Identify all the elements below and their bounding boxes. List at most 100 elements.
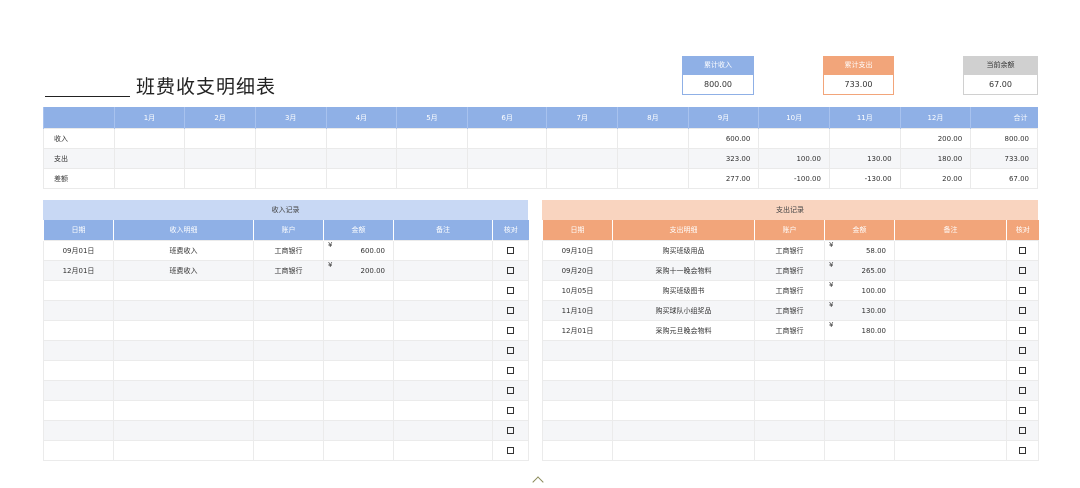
check-checkbox[interactable] <box>1019 407 1026 414</box>
record-account-cell[interactable]: 工商银行 <box>253 240 324 261</box>
record-amount-cell[interactable] <box>824 400 895 421</box>
record-detail-cell[interactable] <box>113 440 254 461</box>
record-amount-cell[interactable] <box>824 440 895 461</box>
record-detail-cell[interactable]: 购买班级图书 <box>612 280 755 301</box>
monthly-cell[interactable] <box>396 128 468 149</box>
record-amount-cell[interactable] <box>323 320 394 341</box>
record-note-cell[interactable] <box>393 240 493 261</box>
record-detail-cell[interactable]: 班费收入 <box>113 260 254 281</box>
record-account-cell[interactable]: 工商银行 <box>754 240 825 261</box>
record-account-cell[interactable]: 工商银行 <box>754 260 825 281</box>
monthly-cell[interactable]: 200.00 <box>899 128 972 149</box>
record-date-cell[interactable] <box>43 400 114 421</box>
record-date-cell[interactable] <box>542 420 613 441</box>
record-note-cell[interactable] <box>894 420 1007 441</box>
monthly-cell[interactable]: 67.00 <box>970 168 1038 189</box>
record-note-cell[interactable] <box>894 260 1007 281</box>
record-amount-cell[interactable] <box>323 360 394 381</box>
monthly-cell[interactable] <box>546 148 619 169</box>
monthly-cell[interactable]: 733.00 <box>970 148 1038 169</box>
record-account-cell[interactable] <box>754 340 825 361</box>
check-checkbox[interactable] <box>1019 287 1026 294</box>
record-note-cell[interactable] <box>393 300 493 321</box>
record-note-cell[interactable] <box>894 280 1007 301</box>
record-detail-cell[interactable]: 采购元旦晚会物料 <box>612 320 755 341</box>
record-amount-cell[interactable] <box>824 380 895 401</box>
record-amount-cell[interactable]: ¥265.00 <box>824 260 895 281</box>
monthly-cell[interactable] <box>466 148 548 169</box>
record-account-cell[interactable] <box>253 300 324 321</box>
check-checkbox[interactable] <box>507 287 514 294</box>
record-note-cell[interactable] <box>393 380 493 401</box>
check-checkbox[interactable] <box>507 267 514 274</box>
record-note-cell[interactable] <box>393 260 493 281</box>
record-detail-cell[interactable] <box>113 300 254 321</box>
monthly-cell[interactable] <box>184 148 256 169</box>
check-checkbox[interactable] <box>507 247 514 254</box>
record-note-cell[interactable] <box>894 360 1007 381</box>
check-checkbox[interactable] <box>1019 347 1026 354</box>
monthly-cell[interactable] <box>325 148 398 169</box>
monthly-cell[interactable] <box>325 168 398 189</box>
record-detail-cell[interactable]: 班费收入 <box>113 240 254 261</box>
monthly-cell[interactable] <box>546 128 619 149</box>
record-amount-cell[interactable]: ¥180.00 <box>824 320 895 341</box>
record-date-cell[interactable]: 10月05日 <box>542 280 613 301</box>
record-date-cell[interactable] <box>43 420 114 441</box>
monthly-cell[interactable]: 277.00 <box>687 168 760 189</box>
monthly-cell[interactable] <box>396 148 468 169</box>
record-note-cell[interactable] <box>393 280 493 301</box>
record-amount-cell[interactable] <box>323 280 394 301</box>
record-detail-cell[interactable] <box>612 420 755 441</box>
record-note-cell[interactable] <box>894 320 1007 341</box>
record-note-cell[interactable] <box>894 400 1007 421</box>
total-expense-value[interactable]: 733.00 <box>823 75 894 95</box>
record-amount-cell[interactable] <box>824 340 895 361</box>
record-date-cell[interactable] <box>43 440 114 461</box>
monthly-cell[interactable] <box>546 168 619 189</box>
record-date-cell[interactable] <box>43 320 114 341</box>
monthly-cell[interactable]: 100.00 <box>758 148 830 169</box>
record-amount-cell[interactable]: ¥100.00 <box>824 280 895 301</box>
monthly-cell[interactable] <box>254 168 327 189</box>
monthly-cell[interactable]: -130.00 <box>828 168 901 189</box>
record-account-cell[interactable] <box>754 440 825 461</box>
record-detail-cell[interactable]: 采购十一晚会物料 <box>612 260 755 281</box>
check-checkbox[interactable] <box>507 427 514 434</box>
check-checkbox[interactable] <box>1019 447 1026 454</box>
record-account-cell[interactable] <box>253 420 324 441</box>
check-checkbox[interactable] <box>1019 327 1026 334</box>
record-account-cell[interactable] <box>253 400 324 421</box>
record-detail-cell[interactable] <box>113 400 254 421</box>
record-account-cell[interactable]: 工商银行 <box>754 320 825 341</box>
monthly-cell[interactable]: 600.00 <box>687 128 760 149</box>
record-note-cell[interactable] <box>393 340 493 361</box>
monthly-cell[interactable] <box>617 148 689 169</box>
record-date-cell[interactable]: 09月20日 <box>542 260 613 281</box>
current-balance-value[interactable]: 67.00 <box>963 75 1038 95</box>
check-checkbox[interactable] <box>507 407 514 414</box>
monthly-cell[interactable]: 800.00 <box>970 128 1038 149</box>
record-date-cell[interactable]: 12月01日 <box>43 260 114 281</box>
record-note-cell[interactable] <box>894 240 1007 261</box>
monthly-cell[interactable] <box>617 128 689 149</box>
record-account-cell[interactable] <box>253 360 324 381</box>
monthly-cell[interactable] <box>466 168 548 189</box>
monthly-cell[interactable]: 180.00 <box>899 148 972 169</box>
monthly-cell[interactable] <box>113 148 186 169</box>
record-amount-cell[interactable]: ¥200.00 <box>323 260 394 281</box>
monthly-cell[interactable] <box>617 168 689 189</box>
check-checkbox[interactable] <box>1019 427 1026 434</box>
record-account-cell[interactable] <box>253 440 324 461</box>
check-checkbox[interactable] <box>507 367 514 374</box>
check-checkbox[interactable] <box>507 387 514 394</box>
record-detail-cell[interactable] <box>612 340 755 361</box>
record-date-cell[interactable]: 09月01日 <box>43 240 114 261</box>
record-date-cell[interactable] <box>542 400 613 421</box>
check-checkbox[interactable] <box>1019 367 1026 374</box>
check-checkbox[interactable] <box>507 447 514 454</box>
check-checkbox[interactable] <box>507 347 514 354</box>
record-amount-cell[interactable] <box>323 340 394 361</box>
record-note-cell[interactable] <box>894 300 1007 321</box>
monthly-cell[interactable]: -100.00 <box>758 168 830 189</box>
